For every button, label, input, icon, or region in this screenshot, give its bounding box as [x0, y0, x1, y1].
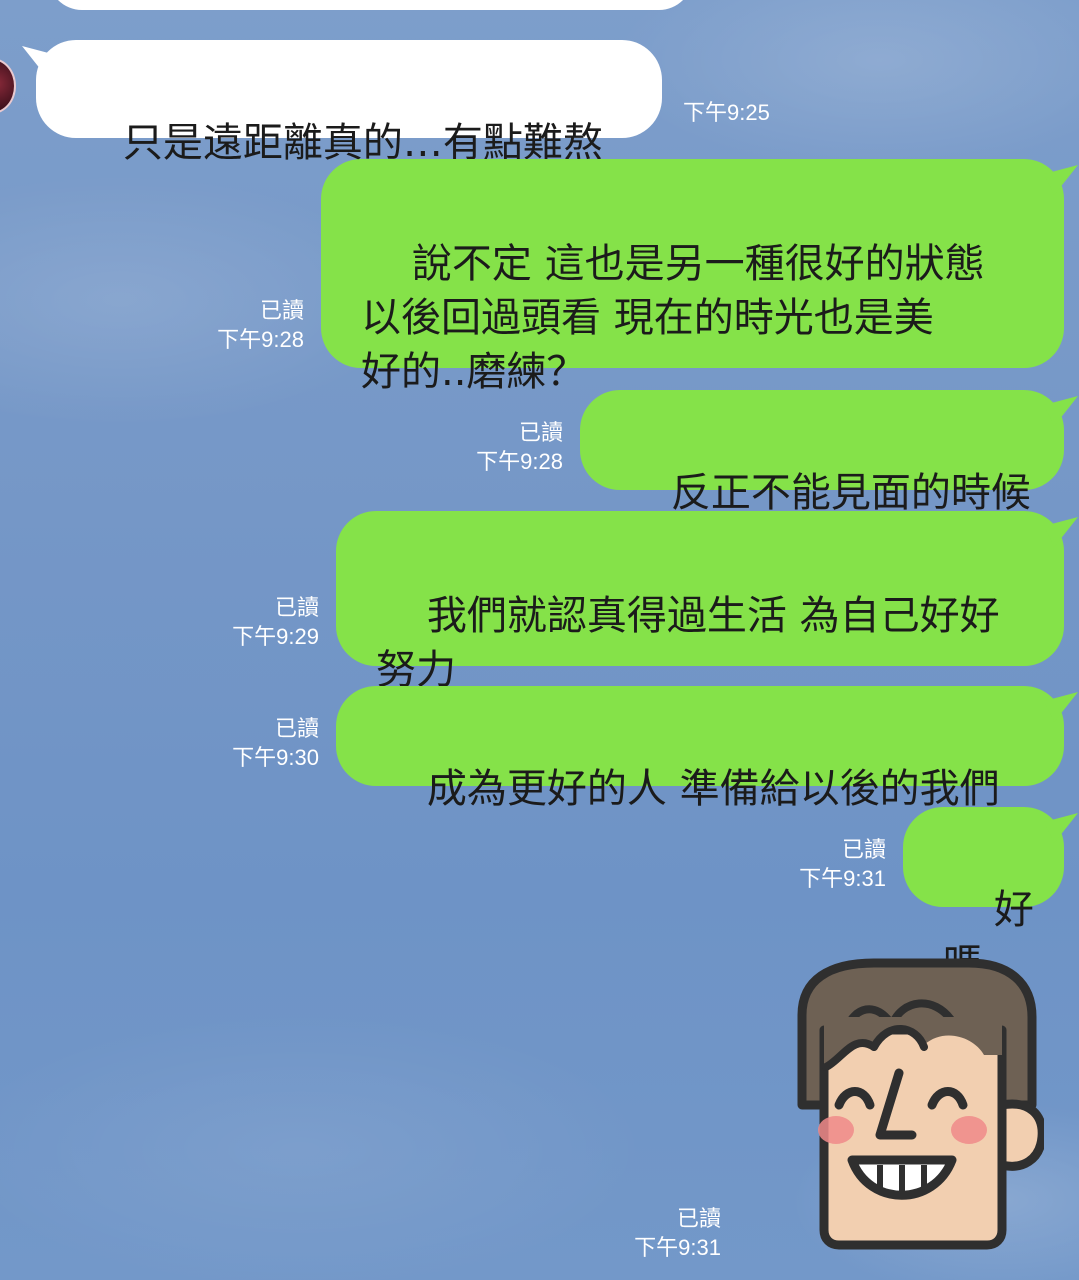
message-time: 下午9:29: [232, 624, 319, 649]
smiling-man-face-sticker[interactable]: [784, 955, 1047, 1250]
contact-avatar[interactable]: [0, 58, 16, 114]
message-meta: 已讀 下午9:30: [232, 714, 319, 772]
message-text: 反正不能見面的時候: [670, 470, 1031, 516]
chat-message-list[interactable]: 只是遠距離真的…有點難熬 下午9:25 已讀 下午9:28 說不定 這也是另一種…: [0, 0, 1079, 1280]
read-receipt: 已讀: [676, 1206, 721, 1231]
message-text: 成為更好的人 準備給以後的我們: [426, 766, 1000, 812]
message-text: 說不定 這也是另一種很好的狀態 以後回過頭看 現在的時光也是美 好的..磨練？: [361, 241, 985, 395]
message-time: 下午9:31: [799, 866, 886, 891]
message-meta: 已讀 下午9:29: [232, 593, 319, 651]
message-time: 下午9:28: [217, 327, 304, 352]
read-receipt: 已讀: [841, 837, 886, 862]
message-meta: 已讀 下午9:28: [476, 418, 563, 476]
read-receipt: 已讀: [518, 420, 563, 445]
sticker-image: [797, 958, 1047, 1250]
incoming-message-bubble[interactable]: 只是遠距離真的…有點難熬: [36, 40, 662, 166]
outgoing-message-bubble[interactable]: 說不定 這也是另一種很好的狀態 以後回過頭看 現在的時光也是美 好的..磨練？: [321, 159, 1064, 395]
read-receipt: 已讀: [274, 595, 319, 620]
message-text: 我們就認真得過生活 為自己好好 努力: [376, 593, 1000, 693]
message-time: 下午9:30: [232, 745, 319, 770]
read-receipt: 已讀: [259, 298, 304, 323]
message-meta: 已讀 下午9:31: [634, 1204, 721, 1262]
outgoing-message-bubble[interactable]: 成為更好的人 準備給以後的我們: [336, 686, 1064, 812]
outgoing-message-bubble[interactable]: 我們就認真得過生活 為自己好好 努力: [336, 511, 1064, 693]
message-meta: 已讀 下午9:31: [799, 835, 886, 893]
message-meta: 已讀 下午9:28: [217, 296, 304, 354]
message-meta: 下午9:25: [683, 98, 770, 127]
message-time: 下午9:25: [683, 100, 770, 125]
read-receipt: 已讀: [274, 716, 319, 741]
message-time: 下午9:28: [476, 449, 563, 474]
outgoing-message-bubble[interactable]: 好嗎: [903, 807, 1064, 987]
outgoing-message-bubble[interactable]: 反正不能見面的時候: [580, 390, 1064, 516]
message-time: 下午9:31: [634, 1235, 721, 1260]
previous-incoming-bubble[interactable]: [48, 0, 693, 10]
